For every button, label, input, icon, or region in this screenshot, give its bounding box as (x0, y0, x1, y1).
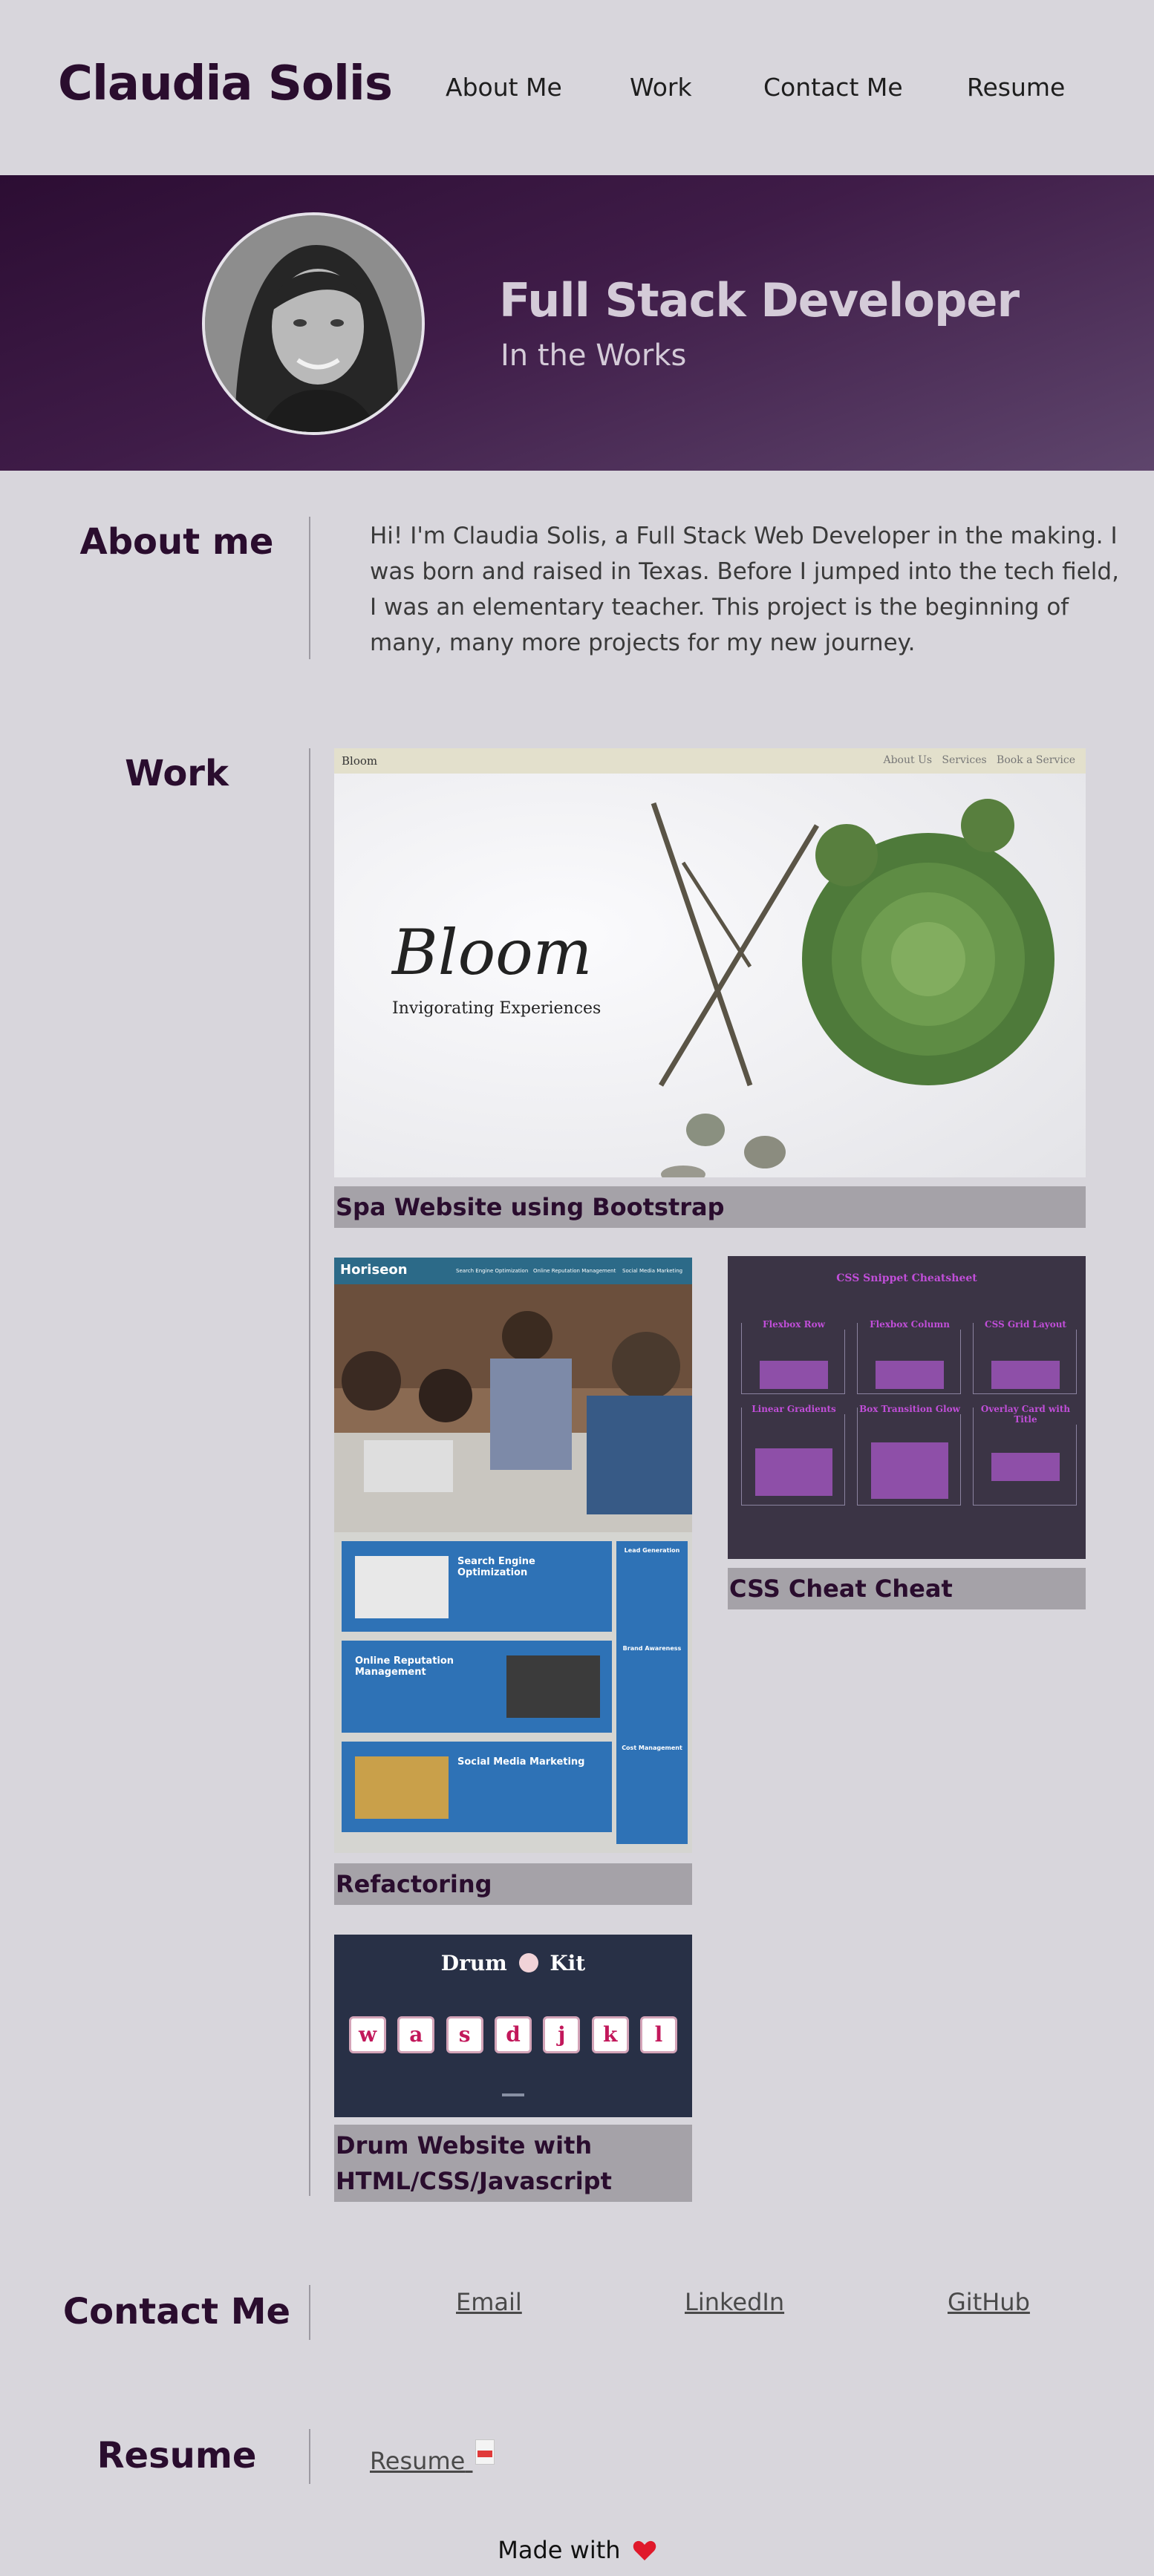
drum-footer-mark (502, 2093, 524, 2096)
hero-subtitle: In the Works (501, 339, 687, 373)
drum-key-j[interactable]: j (543, 2016, 581, 2053)
team-photo (334, 1284, 692, 1532)
nav-about-me[interactable]: About Me (446, 73, 562, 102)
bloom-brand: Bloom (342, 754, 378, 768)
cheatsheet-cell-5: Box Transition Glow (857, 1404, 962, 1506)
horiseon-social-title: Social Media Marketing (457, 1756, 585, 1768)
project-css-cheatsheet-preview[interactable]: CSS Snippet Cheatsheet Flexbox Row Flexb… (728, 1256, 1086, 1559)
resume-title: Resume (97, 2435, 257, 2477)
project-caption-drum[interactable]: Drum Website with HTML/CSS/Javascript (334, 2125, 692, 2202)
nav-work[interactable]: Work (630, 73, 692, 102)
cheatsheet-cell-6: Overlay Card with Title (973, 1404, 1078, 1506)
drum-key-l[interactable]: l (639, 2016, 677, 2053)
project-caption-refactoring[interactable]: Refactoring (334, 1863, 692, 1905)
drum-title: Drum Kit (334, 1951, 692, 1975)
project-bloom-preview[interactable]: Bloom About Us Services Book a Service B… (334, 748, 1086, 1177)
drum-key-d[interactable]: d (494, 2016, 532, 2053)
horiseon-reputation-title: Online Reputation Management (355, 1655, 454, 1678)
cheatsheet-cell-3: CSS Grid Layout (973, 1319, 1078, 1394)
resume-link[interactable]: Resume (370, 2439, 495, 2475)
project-caption-bloom[interactable]: Spa Website using Bootstrap (334, 1186, 1086, 1228)
bloom-nav: About Us Services Book a Service (883, 754, 1075, 766)
cheatsheet-cell-4: Linear Gradients (741, 1404, 846, 1506)
contact-divider (309, 2285, 310, 2340)
drum-key-a[interactable]: a (397, 2016, 435, 2053)
heart-icon (633, 2540, 656, 2560)
drum-title-start: Drum (440, 1951, 507, 1975)
project-horiseon-preview[interactable]: Horiseon Search Engine Optimization Onli… (334, 1258, 692, 1853)
horiseon-seo-title: Search Engine Optimization (457, 1556, 535, 1578)
horiseon-side-3: Cost Management (622, 1745, 682, 1751)
contact-title: Contact Me (62, 2291, 291, 2333)
horiseon-seo-block: Search Engine Optimization (342, 1541, 612, 1632)
pdf-file-icon (475, 2439, 495, 2465)
horiseon-brand: Horiseon (340, 1262, 408, 1278)
project-drum-preview[interactable]: Drum Kit w a s d j k l (334, 1935, 692, 2117)
drum-title-end: Kit (550, 1951, 586, 1975)
about-title: About me (79, 521, 274, 563)
bloom-tagline: Invigorating Experiences (392, 999, 602, 1018)
horiseon-reputation-block: Online Reputation Management (342, 1641, 612, 1733)
project-caption-css[interactable]: CSS Cheat Cheat (728, 1568, 1086, 1609)
footer-text: Made with (498, 2536, 621, 2564)
horiseon-nav-2: Online Reputation Management (533, 1268, 616, 1274)
horiseon-sidebar: Lead Generation Brand Awareness Cost Man… (616, 1541, 688, 1844)
contact-github-link[interactable]: GitHub (948, 2288, 1030, 2316)
resume-divider (309, 2429, 310, 2484)
cat-icon (518, 1953, 538, 1972)
site-brand: Claudia Solis (58, 56, 393, 111)
work-divider (309, 748, 310, 2196)
horiseon-side-1: Lead Generation (624, 1547, 680, 1554)
resume-link-label: Resume (370, 2447, 466, 2475)
contact-email-link[interactable]: Email (456, 2288, 522, 2316)
profile-avatar (202, 212, 425, 435)
horiseon-social-block: Social Media Marketing (342, 1742, 612, 1832)
drum-keys: w a s d j k l (349, 2016, 677, 2053)
horiseon-nav-1: Search Engine Optimization (456, 1268, 529, 1274)
nav-resume[interactable]: Resume (967, 73, 1065, 102)
cheatsheet-title: CSS Snippet Cheatsheet (836, 1272, 977, 1284)
horiseon-nav-3: Social Media Marketing (622, 1268, 683, 1274)
bloom-headline: Bloom (392, 916, 593, 989)
about-text: Hi! I'm Claudia Solis, a Full Stack Web … (370, 523, 1119, 656)
horiseon-side-2: Brand Awareness (622, 1645, 682, 1652)
drum-key-s[interactable]: s (446, 2016, 483, 2053)
contact-linkedin-link[interactable]: LinkedIn (685, 2288, 784, 2316)
footer: Made with (0, 2536, 1154, 2564)
drum-key-w[interactable]: w (349, 2016, 386, 2053)
work-title: Work (125, 753, 229, 794)
cheatsheet-cell-2: Flexbox Column (857, 1319, 962, 1394)
drum-key-k[interactable]: k (591, 2016, 629, 2053)
hero-title: Full Stack Developer (499, 273, 1020, 327)
nav-contact-me[interactable]: Contact Me (763, 73, 903, 102)
about-divider (309, 517, 310, 659)
cheatsheet-cell-1: Flexbox Row (741, 1319, 846, 1394)
